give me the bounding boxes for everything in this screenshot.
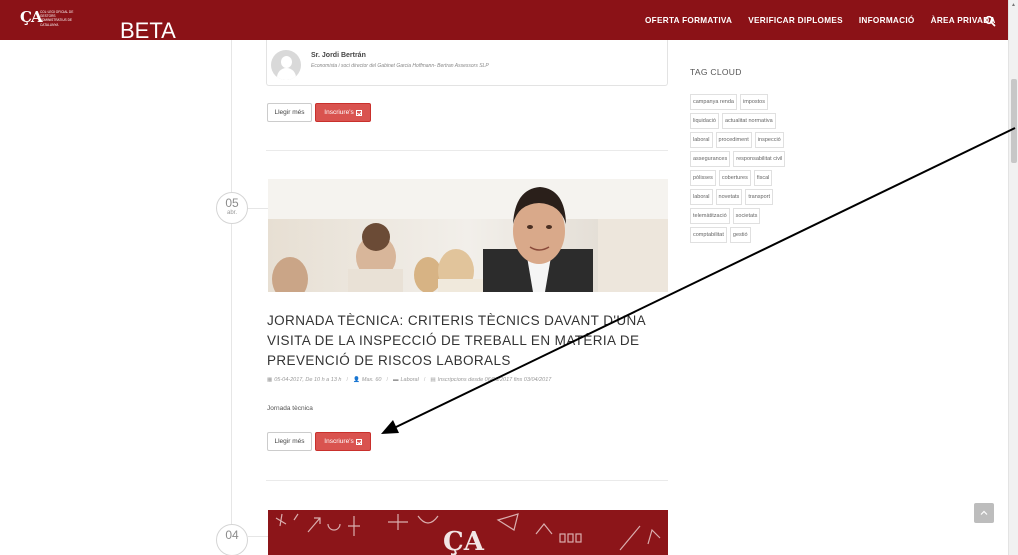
annotation-arrow: [381, 127, 1016, 434]
page: ÇA COL·LEGI OFICIAL DE GESTORS ADMINISTR…: [0, 0, 1018, 555]
